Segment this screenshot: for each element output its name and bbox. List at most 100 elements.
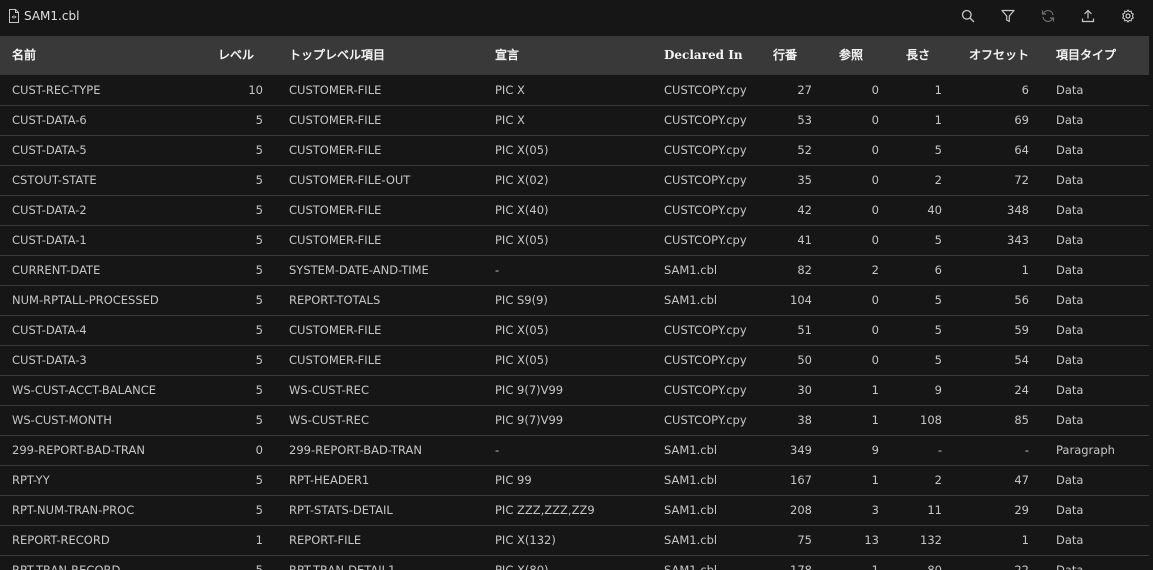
cell-top-item: REPORT-FILE	[289, 533, 362, 547]
cell-offset: 6	[1021, 83, 1029, 97]
table-row[interactable]: RPT-NUM-TRAN-PROC 5 RPT-STATS-DETAIL PIC ZZ…	[0, 496, 1149, 526]
search-icon	[961, 9, 975, 23]
cell-offset: 69	[1014, 113, 1029, 127]
editor-tab-bar: SAM1.cbl	[0, 0, 1153, 32]
cell-line: 52	[797, 143, 812, 157]
cell-name: CUST-DATA-5	[12, 143, 87, 157]
export-button[interactable]	[1076, 4, 1100, 28]
table-row[interactable]: REPORT-RECORD 1 REPORT-FILE PIC X(132) SAM1.…	[0, 526, 1149, 556]
table-row[interactable]: CUST-DATA-1 5 CUSTOMER-FILE PIC X(05) CUSTCO…	[0, 226, 1149, 256]
table-row[interactable]: CUST-REC-TYPE 10 CUSTOMER-FILE PIC X CUSTCOP…	[0, 76, 1149, 106]
cell-length: 11	[927, 503, 942, 517]
column-header-offset[interactable]: オフセット	[969, 36, 1029, 75]
table-row[interactable]: CUST-DATA-6 5 CUSTOMER-FILE PIC X CUSTCOPY.c…	[0, 106, 1149, 136]
cell-name: RPT-TRAN-RECORD	[12, 563, 121, 570]
cell-top-item: RPT-HEADER1	[289, 473, 370, 487]
table-row[interactable]: 299-REPORT-BAD-TRAN 0 299-REPORT-BAD-TRAN -…	[0, 436, 1149, 466]
cell-top-item: CUSTOMER-FILE	[289, 353, 382, 367]
cell-name: RPT-YY	[12, 473, 50, 487]
table-row[interactable]: CUST-DATA-3 5 CUSTOMER-FILE PIC X(05) CUSTCO…	[0, 346, 1149, 376]
cell-top-item: RPT-TRAN-DETAIL1	[289, 563, 396, 570]
cell-item-type: Data	[1056, 473, 1084, 487]
cell-line: 42	[797, 203, 812, 217]
cell-length: 6	[934, 263, 942, 277]
cell-declaration: PIC X	[495, 113, 525, 127]
cell-line: 104	[790, 293, 812, 307]
cell-declared-in: SAM1.cbl	[664, 263, 718, 277]
file-name[interactable]: SAM1.cbl	[24, 8, 79, 24]
table-row[interactable]: WS-CUST-ACCT-BALANCE 5 WS-CUST-REC PIC 9(7)…	[0, 376, 1149, 406]
cell-level: 5	[255, 353, 263, 367]
table-row[interactable]: RPT-YY 5 RPT-HEADER1 PIC 99 SAM1.cbl 167 1 2 47 D…	[0, 466, 1149, 496]
column-header-declaration[interactable]: 宣言	[495, 36, 519, 75]
cell-references: 0	[871, 323, 879, 337]
cell-line: 167	[790, 473, 812, 487]
cell-line: 50	[797, 353, 812, 367]
cell-name: CUST-DATA-1	[12, 233, 87, 247]
table-row[interactable]: CURRENT-DATE 5 SYSTEM-DATE-AND-TIME - SAM1.c…	[0, 256, 1149, 286]
cell-top-item: WS-CUST-REC	[289, 413, 369, 427]
column-header-level[interactable]: レベル	[218, 36, 254, 75]
upload-icon	[1081, 9, 1095, 23]
cell-references: 0	[871, 173, 879, 187]
column-header-references[interactable]: 参照	[839, 36, 863, 75]
gear-icon	[1122, 9, 1134, 23]
column-header-item-type[interactable]: 項目タイプ	[1056, 36, 1116, 75]
cell-name: RPT-NUM-TRAN-PROC	[12, 503, 135, 517]
cell-length: 5	[934, 323, 942, 337]
cell-offset: 56	[1014, 293, 1029, 307]
cell-level: 5	[255, 293, 263, 307]
column-header-line[interactable]: 行番	[773, 36, 797, 75]
table-row[interactable]: NUM-RPTALL-PROCESSED 5 REPORT-TOTALS PIC S9…	[0, 286, 1149, 316]
table-row[interactable]: CUST-DATA-4 5 CUSTOMER-FILE PIC X(05) CUSTCO…	[0, 316, 1149, 346]
search-button[interactable]	[956, 4, 980, 28]
cell-item-type: Data	[1056, 83, 1084, 97]
column-header-top-item[interactable]: トップレベル項目	[289, 36, 385, 75]
table-row[interactable]: CUST-DATA-2 5 CUSTOMER-FILE PIC X(40) CUSTCO…	[0, 196, 1149, 226]
cell-offset: 59	[1014, 323, 1029, 337]
column-header-length[interactable]: 長さ	[906, 36, 930, 75]
cell-top-item: CUSTOMER-FILE	[289, 143, 382, 157]
cell-line: 27	[797, 83, 812, 97]
cell-item-type: Data	[1056, 263, 1084, 277]
column-header-name[interactable]: 名前	[12, 36, 36, 75]
cell-level: 5	[255, 263, 263, 277]
cell-level: 10	[248, 83, 263, 97]
cell-length: 5	[934, 143, 942, 157]
cell-offset: 85	[1014, 413, 1029, 427]
cell-declared-in: SAM1.cbl	[664, 503, 718, 517]
cell-declaration: PIC S9(9)	[495, 293, 548, 307]
refresh-button[interactable]	[1036, 4, 1060, 28]
cell-level: 5	[255, 383, 263, 397]
cell-offset: -	[1024, 443, 1029, 457]
cell-length: -	[937, 443, 942, 457]
cell-top-item: SYSTEM-DATE-AND-TIME	[289, 263, 429, 277]
file-icon	[9, 9, 19, 23]
cell-length: 1	[934, 113, 942, 127]
cell-offset: 54	[1014, 353, 1029, 367]
cell-declared-in: CUSTCOPY.cpy	[664, 233, 747, 247]
cell-item-type: Data	[1056, 323, 1084, 337]
cell-top-item: REPORT-TOTALS	[289, 293, 381, 307]
table-header: 名前 レベル トップレベル項目 宣言 Declared In 行番 参照 長さ …	[0, 36, 1149, 75]
cell-length: 132	[920, 533, 942, 547]
cell-name: CURRENT-DATE	[12, 263, 101, 277]
cell-declared-in: SAM1.cbl	[664, 563, 718, 570]
table-row[interactable]: CUST-DATA-5 5 CUSTOMER-FILE PIC X(05) CUSTCO…	[0, 136, 1149, 166]
table-row[interactable]: WS-CUST-MONTH 5 WS-CUST-REC PIC 9(7)V99 CUST…	[0, 406, 1149, 436]
cell-declaration: PIC X(132)	[495, 533, 556, 547]
table-row[interactable]: CSTOUT-STATE 5 CUSTOMER-FILE-OUT PIC X(02) C…	[0, 166, 1149, 196]
cell-level: 0	[255, 443, 263, 457]
column-header-declared-in[interactable]: Declared In	[664, 36, 743, 75]
cell-declared-in: SAM1.cbl	[664, 473, 718, 487]
cell-references: 0	[871, 353, 879, 367]
filter-button[interactable]	[996, 4, 1020, 28]
table-row[interactable]: RPT-TRAN-RECORD 5 RPT-TRAN-DETAIL1 PIC X(80…	[0, 556, 1149, 570]
cell-top-item: CUSTOMER-FILE	[289, 83, 382, 97]
cell-declared-in: SAM1.cbl	[664, 443, 718, 457]
settings-button[interactable]	[1116, 4, 1140, 28]
cell-length: 1	[934, 83, 942, 97]
cell-length: 108	[920, 413, 942, 427]
cell-declaration: PIC X(05)	[495, 143, 549, 157]
cell-declaration: PIC ZZZ,ZZZ,ZZ9	[495, 503, 595, 517]
